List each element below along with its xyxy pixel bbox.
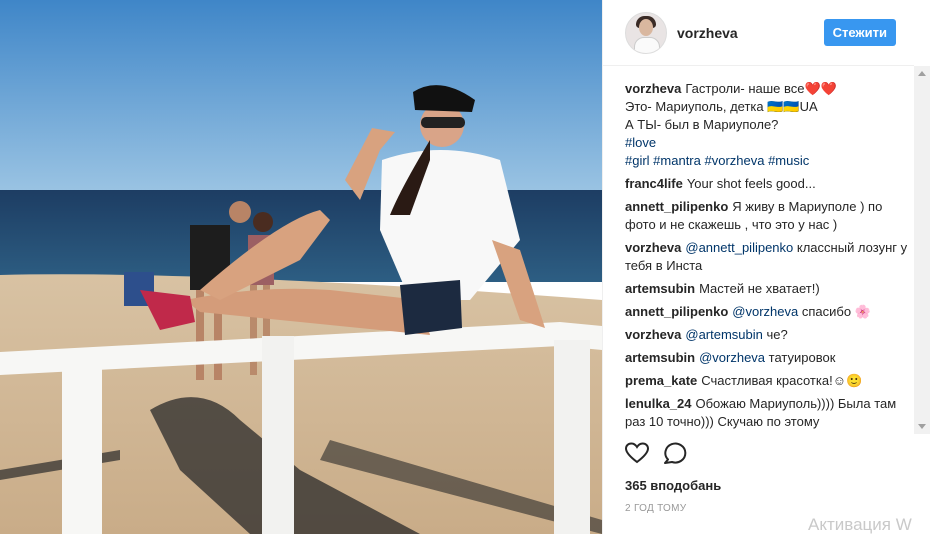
- comment-author[interactable]: annett_pilipenko: [625, 199, 728, 214]
- hashtag-link[interactable]: #love: [625, 134, 913, 152]
- list-item: lenulka_24 Обожаю Мариуполь)))) Была там …: [625, 395, 913, 431]
- comment-author[interactable]: artemsubin: [625, 281, 695, 296]
- scroll-down-icon[interactable]: [918, 424, 926, 429]
- caption-line: Это- Мариуполь, детка 🇺🇦🇺🇦UA: [625, 99, 818, 114]
- comment-author[interactable]: vorzheva: [625, 240, 681, 255]
- list-item: artemsubin @vorzheva татуировок: [625, 349, 913, 367]
- caption-author[interactable]: vorzheva: [625, 81, 681, 96]
- mention-link[interactable]: @artemsubin: [685, 327, 763, 342]
- scroll-up-icon[interactable]: [918, 71, 926, 76]
- mention-link[interactable]: @vorzheva: [699, 350, 765, 365]
- comment-author[interactable]: vorzheva: [625, 327, 681, 342]
- post-author[interactable]: vorzheva: [677, 25, 824, 41]
- caption-line: А ТЫ- был в Мариуполе?: [625, 117, 779, 132]
- list-item: vorzheva @annett_pilipenko классный лозун…: [625, 239, 913, 275]
- comment-text: татуировок: [768, 350, 836, 365]
- comment-text: спасибо 🌸: [801, 304, 871, 319]
- comment-text: Счастливая красотка!☺🙂: [701, 373, 863, 388]
- mention-link[interactable]: @annett_pilipenko: [685, 240, 793, 255]
- list-item: annett_pilipenko Я живу в Мариуполе ) по …: [625, 198, 913, 234]
- activation-watermark: Активация W: [808, 515, 912, 534]
- avatar[interactable]: [625, 11, 667, 54]
- post-timestamp[interactable]: 2 ГОД ТОМУ: [625, 503, 686, 514]
- list-item: vorzheva @artemsubin че?: [625, 326, 913, 344]
- comment-text: Your shot feels good...: [686, 176, 816, 191]
- comment-author[interactable]: franc4life: [625, 176, 683, 191]
- comment-text: че?: [766, 327, 788, 342]
- caption: vorzheva Гастроли- наше все❤️❤️ Это- Мари…: [625, 80, 913, 170]
- list-item: prema_kate Счастливая красотка!☺🙂: [625, 372, 913, 390]
- list-item: artemsubin Мастей не хватает!): [625, 280, 913, 298]
- list-item: annett_pilipenko @vorzheva спасибо 🌸: [625, 303, 913, 321]
- comments-list[interactable]: vorzheva Гастроли- наше все❤️❤️ Это- Мари…: [625, 80, 913, 433]
- comment-author[interactable]: artemsubin: [625, 350, 695, 365]
- comment-author[interactable]: prema_kate: [625, 373, 697, 388]
- post-actions: [624, 442, 687, 469]
- hashtag-link[interactable]: #girl #mantra #vorzheva #music: [625, 152, 913, 170]
- likes-count[interactable]: 365 вподобань: [625, 478, 721, 493]
- post-header: vorzheva Стежити: [603, 0, 914, 66]
- list-item: franc4life Your shot feels good...: [625, 175, 913, 193]
- heart-icon[interactable]: [624, 442, 650, 469]
- comment-text: Мастей не хватает!): [699, 281, 820, 296]
- comment-author[interactable]: annett_pilipenko: [625, 304, 728, 319]
- comment-author[interactable]: lenulka_24: [625, 396, 692, 411]
- follow-button[interactable]: Стежити: [823, 19, 896, 46]
- mention-link[interactable]: @vorzheva: [732, 304, 798, 319]
- caption-line: Гастроли- наше все❤️❤️: [685, 81, 837, 96]
- post-photo[interactable]: [0, 0, 602, 534]
- comment-icon[interactable]: [663, 442, 687, 469]
- comments-scrollbar[interactable]: [914, 66, 930, 434]
- post-sidebar: vorzheva Стежити vorzheva Гастроли- наше …: [602, 0, 930, 534]
